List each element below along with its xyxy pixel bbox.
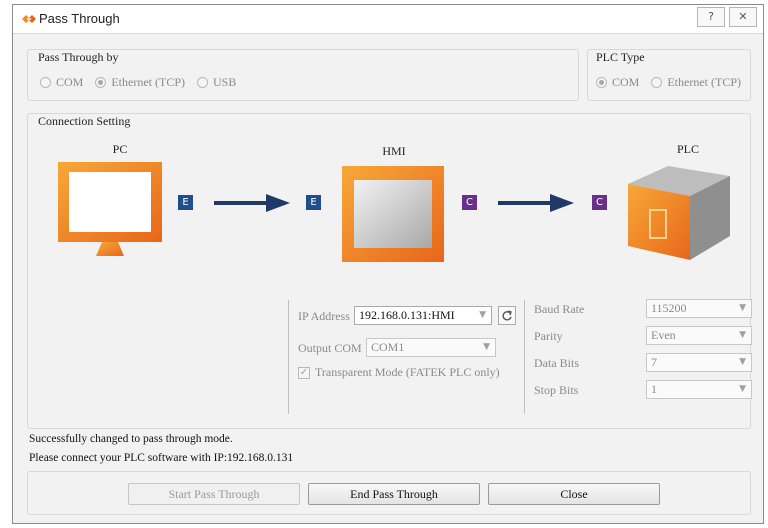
hmi-panel-icon — [342, 166, 444, 262]
ip-address-label: IP Address — [298, 309, 350, 323]
hmi-com-badge: C — [462, 195, 477, 210]
pc-monitor-icon — [58, 162, 162, 256]
refresh-button[interactable] — [498, 306, 516, 325]
divider — [524, 300, 525, 414]
arrow-right-icon — [214, 194, 290, 212]
chevron-down-icon: ▼ — [483, 342, 490, 352]
plc-label: PLC — [676, 142, 699, 156]
title-bar: Pass Through ? ✕ — [13, 5, 763, 34]
divider — [288, 300, 289, 414]
status-line-1: Successfully changed to pass through mod… — [29, 433, 233, 445]
plc-device-icon — [628, 166, 730, 260]
radio-usb[interactable] — [197, 77, 208, 88]
transparent-mode-label: Transparent Mode (FATEK PLC only) — [315, 365, 500, 379]
plc-radio-ethernet-tcp[interactable] — [651, 77, 663, 88]
chevron-down-icon: ▼ — [479, 310, 486, 320]
ip-address-select[interactable]: 192.168.0.131:HMI ▼ — [354, 306, 492, 325]
status-line-2: Please connect your PLC software with IP… — [29, 452, 294, 464]
plc-radio-com[interactable] — [596, 77, 607, 88]
close-window-button[interactable]: ✕ — [729, 7, 757, 27]
baud-rate-select[interactable]: 115200 ▼ — [646, 299, 752, 318]
chevron-down-icon: ▼ — [739, 384, 746, 394]
output-com-label: Output COM — [298, 341, 362, 355]
pc-ethernet-badge: E — [178, 195, 193, 210]
baud-rate-value: 115200 — [651, 301, 687, 315]
close-button[interactable]: Close — [488, 483, 660, 505]
window-title: Pass Through — [39, 11, 120, 26]
plc-radio-com-label: COM — [612, 75, 640, 89]
chevron-down-icon: ▼ — [739, 357, 746, 367]
output-com-value: COM1 — [371, 340, 405, 354]
pass-through-by-group: Pass Through by COM Ethernet (TCP) USB — [27, 49, 579, 101]
data-bits-value: 7 — [651, 355, 657, 369]
plc-type-group: PLC Type COM Ethernet (TCP) — [587, 49, 751, 101]
parity-select[interactable]: Even ▼ — [646, 326, 752, 345]
data-bits-label: Data Bits — [534, 356, 579, 370]
baud-rate-label: Baud Rate — [534, 302, 585, 316]
parity-value: Even — [651, 328, 676, 342]
transparent-mode-checkbox[interactable]: ✓ — [298, 367, 310, 380]
plc-com-badge: C — [592, 195, 607, 210]
connection-setting-group: Connection Setting PC E E HMI C C PLC IP… — [27, 113, 752, 429]
stop-bits-value: 1 — [651, 382, 657, 396]
plc-radio-ethernet-tcp-label: Ethernet (TCP) — [667, 75, 741, 89]
refresh-icon — [502, 310, 512, 321]
radio-usb-label: USB — [213, 75, 237, 89]
start-pass-through-button[interactable]: Start Pass Through — [128, 483, 300, 505]
radio-com-label: COM — [56, 75, 84, 89]
hmi-ethernet-badge: E — [306, 195, 321, 210]
stop-bits-select[interactable]: 1 ▼ — [646, 380, 752, 399]
radio-com[interactable] — [40, 77, 51, 88]
hmi-label: HMI — [382, 144, 406, 158]
chevron-down-icon: ▼ — [739, 303, 746, 313]
help-button[interactable]: ? — [697, 7, 725, 27]
transparent-mode-row[interactable]: ✓ Transparent Mode (FATEK PLC only) — [298, 365, 500, 380]
data-bits-select[interactable]: 7 ▼ — [646, 353, 752, 372]
parity-label: Parity — [534, 329, 563, 343]
connection-setting-title: Connection Setting — [38, 114, 131, 128]
plc-type-title: PLC Type — [596, 50, 645, 64]
pass-through-window: Pass Through ? ✕ Pass Through by COM Eth… — [12, 4, 764, 524]
end-pass-through-button[interactable]: End Pass Through — [308, 483, 480, 505]
chevron-down-icon: ▼ — [739, 330, 746, 340]
ip-address-value: 192.168.0.131:HMI — [359, 308, 455, 322]
output-com-select[interactable]: COM1 ▼ — [366, 338, 496, 357]
arrow-right-icon — [498, 194, 574, 212]
radio-ethernet-tcp-label: Ethernet (TCP) — [111, 75, 185, 89]
pass-through-by-title: Pass Through by — [38, 50, 119, 64]
button-panel: Start Pass Through End Pass Through Clos… — [27, 471, 751, 515]
pc-label: PC — [112, 142, 128, 156]
app-logo-icon — [22, 15, 36, 23]
stop-bits-label: Stop Bits — [534, 383, 579, 397]
radio-ethernet-tcp[interactable] — [95, 77, 107, 88]
